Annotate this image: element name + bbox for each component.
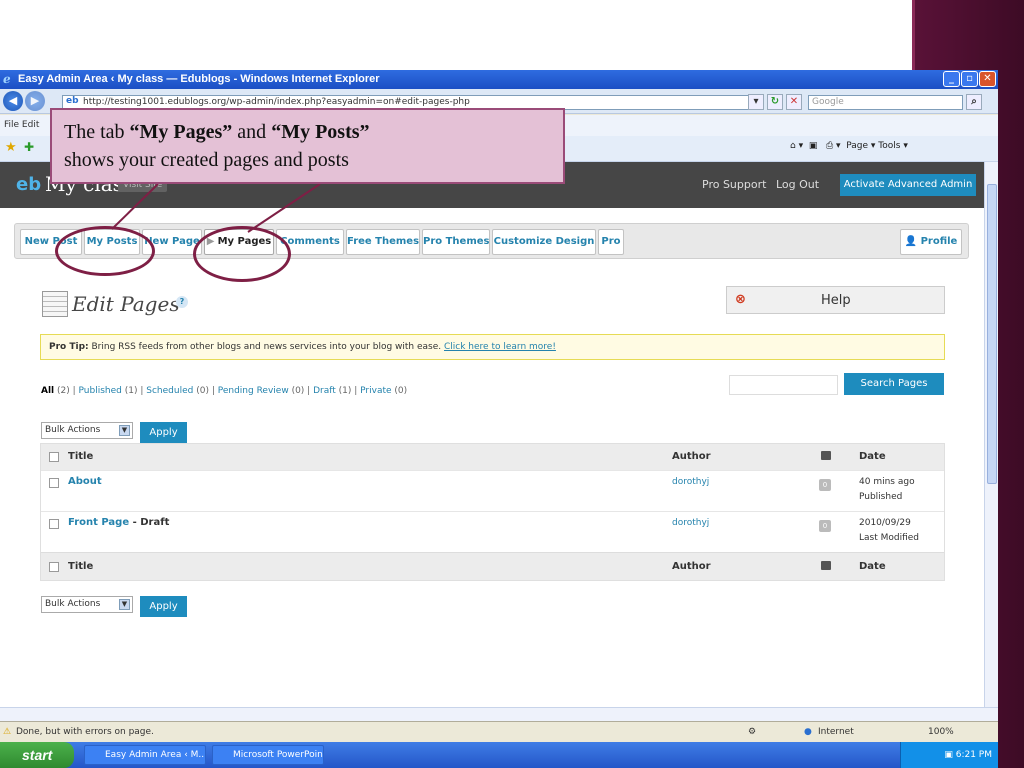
callout-my-posts: “My Posts”	[271, 121, 370, 143]
callout-my-pages: “My Pages”	[129, 121, 233, 143]
leader-line-my-posts	[111, 183, 159, 230]
callout-text: The tab “My Pages” and “My Posts” shows …	[64, 118, 370, 174]
highlight-ring-my-pages	[193, 226, 291, 282]
annotation-callout: The tab “My Pages” and “My Posts” shows …	[50, 108, 565, 184]
callout-line-1: The tab “My Pages” and “My Posts”	[64, 118, 370, 146]
callout-line-2: shows your created pages and posts	[64, 149, 349, 171]
callout-and: and	[232, 121, 272, 143]
callout-prefix: The tab	[64, 121, 130, 143]
leader-line-my-pages	[247, 183, 321, 233]
highlight-ring-my-posts	[55, 226, 155, 276]
